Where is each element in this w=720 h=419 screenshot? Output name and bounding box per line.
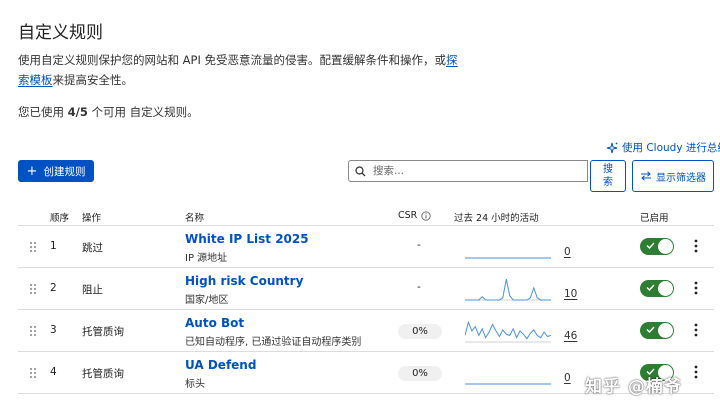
sparkle-icon	[606, 142, 618, 153]
rule-activity-count[interactable]: 0	[564, 246, 571, 258]
search-field[interactable]	[348, 160, 588, 182]
filter-arrows-icon	[641, 171, 651, 181]
rule-field: 国家/地区	[185, 295, 229, 306]
rule-action: 托管质询	[82, 326, 124, 338]
activity-sparkline	[465, 320, 551, 343]
toggle-knob	[658, 281, 673, 296]
more-options-icon[interactable]	[693, 323, 699, 337]
rule-csr: -	[417, 281, 421, 293]
rule-action: 跳过	[82, 242, 103, 254]
rule-order: 4	[50, 366, 57, 378]
activity-sparkline	[465, 278, 551, 301]
header-action: 操作	[82, 213, 102, 224]
drag-handle-icon[interactable]	[28, 324, 38, 338]
page-description: 使用自定义规则保护您的网站和 API 免受恶意流量的侵害。配置缓解条件和操作，或…	[18, 53, 458, 87]
rule-enabled-toggle[interactable]	[640, 280, 674, 297]
watermark: 知乎 @楠爷	[585, 377, 682, 397]
rule-name-link[interactable]: Auto Bot	[185, 316, 244, 330]
more-options-icon[interactable]	[693, 365, 699, 379]
plus-icon: +	[26, 163, 38, 179]
show-filters-button[interactable]: 显示筛选器	[632, 160, 714, 192]
rule-csr-badge: 0%	[398, 324, 442, 339]
rule-field: 已知自动程序, 已通过验证自动程序类别	[185, 337, 362, 348]
header-enabled: 已启用	[640, 213, 669, 224]
row-divider	[18, 309, 714, 310]
rule-name-link[interactable]: White IP List 2025	[185, 232, 309, 246]
rule-enabled-toggle[interactable]	[640, 238, 674, 255]
activity-sparkline	[465, 257, 551, 259]
rule-field: IP 源地址	[185, 253, 228, 264]
more-options-icon[interactable]	[693, 281, 699, 295]
check-icon	[646, 326, 655, 334]
search-input[interactable]	[371, 164, 575, 178]
drag-handle-icon[interactable]	[28, 240, 38, 254]
rule-csr-badge: 0%	[398, 366, 442, 381]
search-button[interactable]: 搜索	[590, 160, 626, 192]
toggle-knob	[658, 323, 673, 338]
rule-name-link[interactable]: UA Defend	[185, 358, 256, 372]
rule-name-link[interactable]: High risk Country	[185, 274, 303, 288]
create-rule-button[interactable]: + 创建规则	[18, 160, 94, 182]
rule-activity-count[interactable]: 46	[564, 330, 577, 342]
header-activity: 过去 24 小时的活动	[454, 213, 539, 224]
rule-activity-count[interactable]: 0	[564, 372, 571, 384]
rule-action: 托管质询	[82, 368, 124, 380]
search-icon	[355, 165, 366, 176]
rule-enabled-toggle[interactable]	[640, 322, 674, 339]
row-divider	[18, 267, 714, 268]
usage-text: 您已使用 4/5 个可用 自定义规则。	[18, 105, 199, 119]
header-order: 顺序	[50, 213, 70, 224]
drag-handle-icon[interactable]	[28, 282, 38, 296]
info-icon[interactable]	[421, 210, 431, 221]
drag-handle-icon[interactable]	[28, 366, 38, 380]
activity-sparkline	[465, 383, 551, 385]
row-divider	[18, 351, 714, 352]
header-name: 名称	[185, 213, 205, 224]
check-icon	[646, 242, 655, 250]
rule-field: 标头	[185, 379, 205, 390]
rule-action: 阻止	[82, 284, 103, 296]
more-options-icon[interactable]	[693, 239, 699, 253]
cloudy-summary-link[interactable]: 使用 Cloudy 进行总结	[606, 140, 720, 155]
rule-csr: -	[417, 239, 421, 251]
header-csr: CSR	[398, 210, 431, 221]
header-divider	[18, 225, 714, 226]
rule-order: 3	[50, 324, 57, 336]
rule-activity-count[interactable]: 10	[564, 288, 577, 300]
toggle-knob	[658, 239, 673, 254]
check-icon	[646, 284, 655, 292]
page-title: 自定义规则	[18, 23, 103, 43]
rule-order: 1	[50, 240, 57, 252]
rule-order: 2	[50, 282, 57, 294]
